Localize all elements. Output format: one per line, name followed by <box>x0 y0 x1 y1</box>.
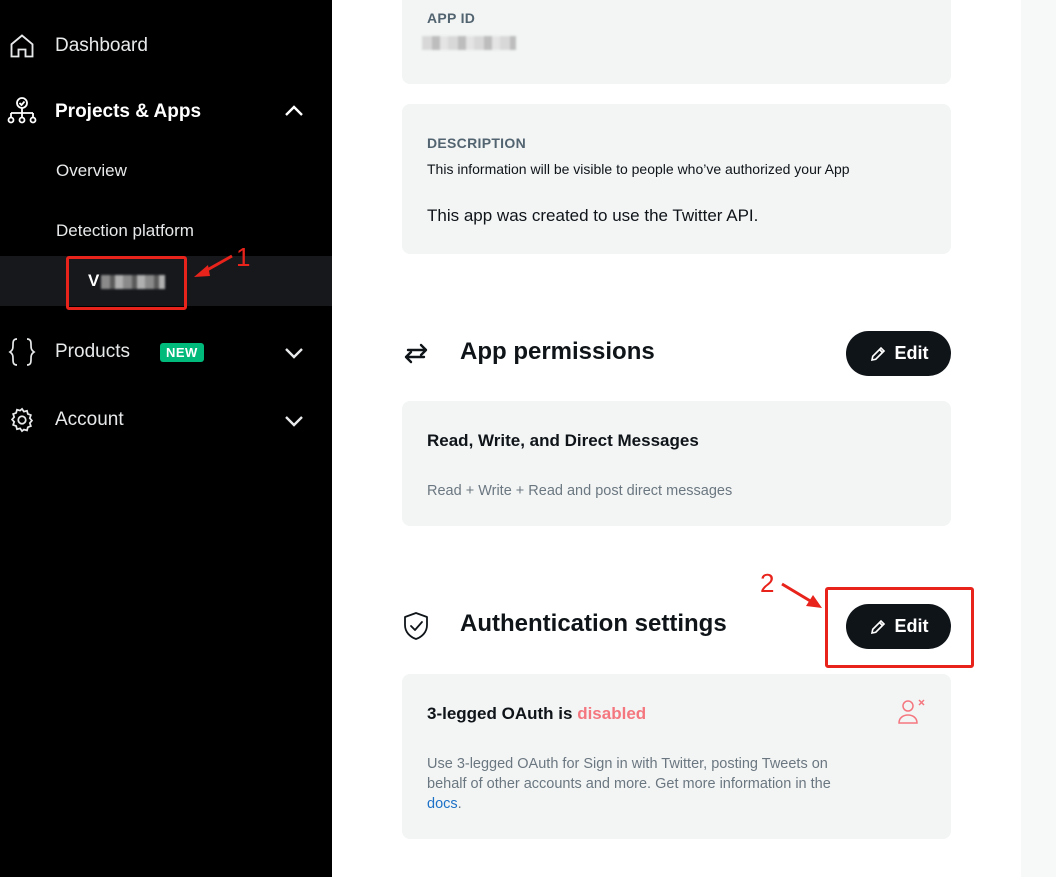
app-id-caption: APP ID <box>427 10 476 26</box>
nav-overview[interactable]: Overview <box>56 161 127 181</box>
oauth-info-line1: Use 3-legged OAuth for Sign in with Twit… <box>427 756 828 772</box>
oauth-status-prefix: 3-legged OAuth is <box>427 704 573 723</box>
authentication-settings-title: Authentication settings <box>460 610 727 637</box>
sidebar: Dashboard Projects & Apps Overview Detec… <box>0 0 332 877</box>
right-gutter <box>1021 0 1056 877</box>
nav-projects-label: Projects & Apps <box>55 101 202 122</box>
oauth-status-value: disabled <box>577 704 647 723</box>
permission-detail: Read + Write + Read and post direct mess… <box>427 483 733 499</box>
oauth-status: 3-legged OAuth is disabled <box>427 704 646 724</box>
nav-dashboard[interactable]: Dashboard <box>0 28 332 64</box>
chevron-down-icon[interactable] <box>282 340 306 364</box>
description-caption: DESCRIPTION <box>427 135 526 151</box>
shield-check-icon <box>404 612 428 640</box>
chevron-up-icon[interactable] <box>282 100 306 124</box>
app-id-card: APP ID <box>402 0 951 84</box>
gear-icon <box>6 404 38 436</box>
description-text: This app was created to use the Twitter … <box>427 206 759 225</box>
annotation-number-1: 1 <box>236 242 251 272</box>
authentication-card: 3-legged OAuth is disabled Use 3-legged … <box>402 674 951 839</box>
oauth-info-line2: behalf of other accounts and more. Get m… <box>427 776 831 792</box>
annotation-arrow-2 <box>781 582 822 608</box>
app-permissions-title: App permissions <box>460 338 655 365</box>
main-content: APP ID DESCRIPTION This information will… <box>332 0 1021 877</box>
permission-level: Read, Write, and Direct Messages <box>427 431 699 450</box>
redacted-app-id <box>422 36 516 50</box>
new-badge: NEW <box>160 343 204 362</box>
pencil-icon <box>870 346 885 361</box>
description-helper: This information will be visible to peop… <box>427 161 850 177</box>
nav-detection-platform[interactable]: Detection platform <box>56 221 194 241</box>
annotation-number-2: 2 <box>760 568 775 598</box>
nav-dashboard-label: Dashboard <box>55 35 148 56</box>
annotation-arrow-1 <box>194 254 233 277</box>
sitemap-icon <box>6 96 38 128</box>
nav-account-label: Account <box>55 409 124 430</box>
permissions-card: Read, Write, and Direct Messages Read + … <box>402 401 951 526</box>
chevron-down-icon[interactable] <box>282 408 306 432</box>
home-icon <box>6 30 38 62</box>
edit-permissions-button[interactable]: Edit <box>846 331 951 376</box>
nav-account[interactable]: Account <box>0 402 332 438</box>
nav-products-label: Products <box>55 341 130 362</box>
nav-projects-apps[interactable]: Projects & Apps <box>0 92 332 132</box>
nav-products[interactable]: Products NEW <box>0 334 332 370</box>
annotation-box-1 <box>66 256 187 310</box>
swap-arrows-icon <box>404 343 428 364</box>
description-card: DESCRIPTION This information will be vis… <box>402 104 951 254</box>
docs-link[interactable]: docs <box>427 796 458 812</box>
braces-icon <box>6 336 38 368</box>
annotation-box-2 <box>825 587 974 668</box>
user-x-icon <box>898 699 925 724</box>
docs-suffix: . <box>457 796 462 812</box>
edit-permissions-label: Edit <box>894 343 929 363</box>
